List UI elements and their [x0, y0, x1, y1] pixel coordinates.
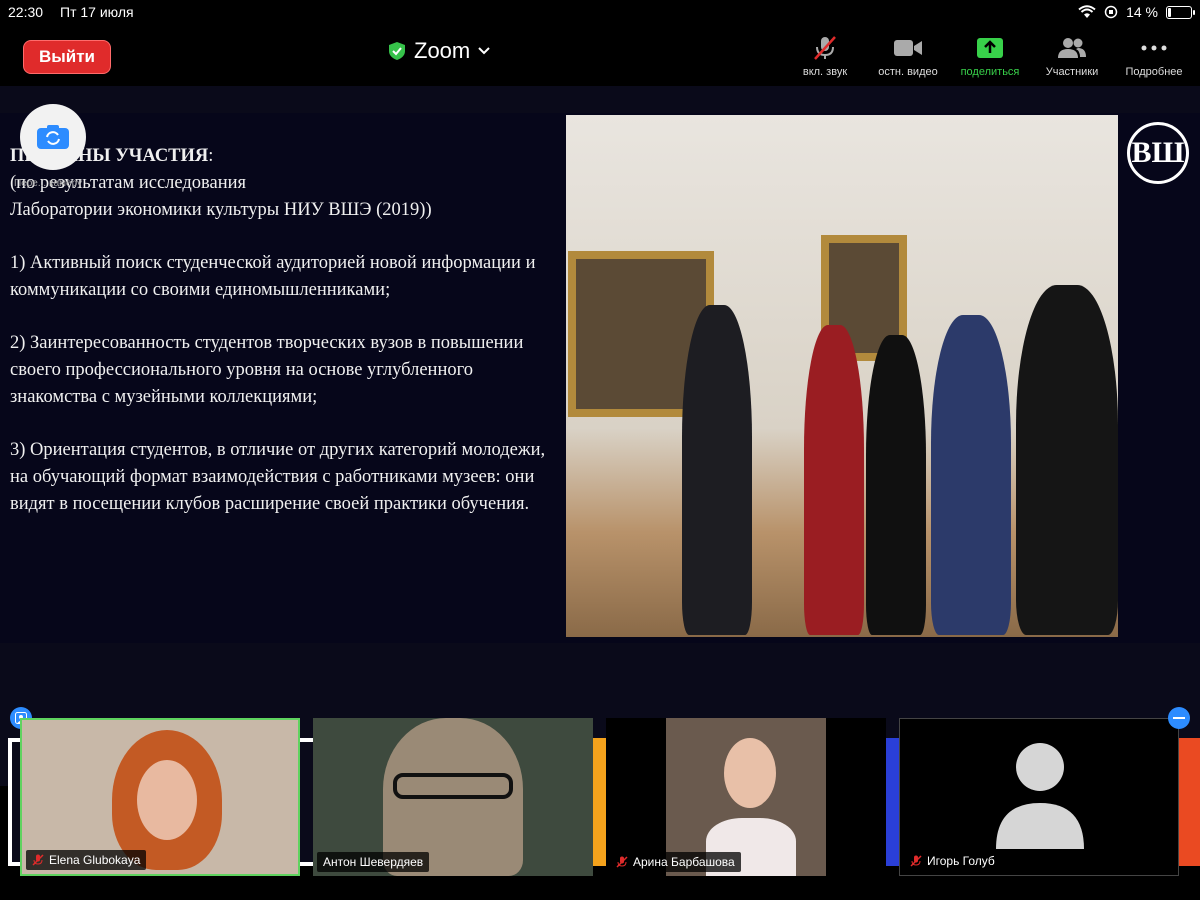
meeting-toolbar: Выйти Zoom вкл. звук остн. видео поделит…: [0, 24, 1200, 86]
stop-video-button[interactable]: остн. видео: [863, 36, 953, 78]
hse-logo: ВШ: [1127, 122, 1189, 184]
person: [682, 305, 752, 635]
participant-name: Антон Шевердяев: [323, 855, 424, 869]
more-label: Подробнее: [1125, 66, 1183, 78]
shield-check-icon: [389, 42, 405, 60]
slide-point-1: 1) Активный поиск студенческой аудиторие…: [10, 253, 536, 300]
unmute-button[interactable]: вкл. звук: [780, 36, 870, 78]
share-button[interactable]: поделиться: [945, 36, 1035, 78]
participant-face: [137, 760, 197, 840]
participants-button[interactable]: Участники: [1027, 36, 1117, 78]
share-label: поделиться: [960, 66, 1020, 78]
participant-name-tag: Игорь Голуб: [904, 851, 1001, 871]
participant-name: Арина Барбашова: [633, 855, 735, 869]
participant-name-tag: Elena Glubokaya: [26, 850, 147, 870]
video-camera-icon: [894, 40, 922, 56]
status-right: 14 %: [1078, 4, 1195, 20]
status-bar: 22:30 Пт 17 июля 14 %: [0, 0, 1200, 24]
slide-text: ПРИЧИНЫ УЧАСТИЯ: (по результатам исследо…: [10, 143, 550, 518]
slide-intro-2: Лаборатории экономики культуры НИУ ВШЭ (…: [10, 200, 432, 220]
app-title: Zoom: [414, 38, 471, 63]
stop-video-label: остн. видео: [878, 66, 938, 78]
participant-video[interactable]: Арина Барбашова: [606, 718, 886, 876]
slide: ПРИЧИНЫ УЧАСТИЯ: (по результатам исследо…: [0, 113, 1200, 643]
participant-video[interactable]: Elena Glubokaya: [20, 718, 300, 876]
battery-fill: [1168, 7, 1172, 17]
mic-muted-icon: [910, 855, 922, 867]
more-button[interactable]: Подробнее: [1109, 36, 1199, 78]
slide-intro-1: (по результатам исследования: [10, 173, 247, 193]
mic-muted-icon: [814, 36, 836, 60]
wifi-icon: [1078, 5, 1096, 18]
unmute-label: вкл. звук: [802, 66, 848, 78]
person: [866, 335, 926, 635]
participant-name: Игорь Голуб: [927, 854, 995, 868]
avatar-placeholder-icon: [996, 743, 1084, 849]
museum-photo: [566, 115, 1118, 637]
meeting-title[interactable]: Zoom: [388, 38, 490, 64]
minus-icon: [1173, 717, 1185, 719]
participants-label: Участники: [1045, 66, 1099, 78]
person: [1016, 285, 1118, 635]
glasses: [393, 773, 513, 799]
person: [804, 325, 864, 635]
participants-icon: [1058, 38, 1086, 58]
participant-video[interactable]: Игорь Голуб: [899, 718, 1179, 876]
participant-face: [724, 738, 776, 808]
hide-video-button[interactable]: [1168, 707, 1190, 729]
participant-video[interactable]: Антон Шевердяев: [313, 718, 593, 876]
switch-camera-button[interactable]: [20, 104, 86, 170]
share-screen-icon: [977, 38, 1003, 58]
switch-camera-label: Пере... камеру: [14, 178, 83, 189]
slide-heading-suffix: :: [208, 146, 214, 166]
participant-name-tag: Антон Шевердяев: [317, 852, 430, 872]
mic-muted-icon: [32, 854, 44, 866]
orientation-lock-icon: [1104, 5, 1118, 19]
leave-button[interactable]: Выйти: [23, 40, 111, 74]
camera-switch-icon: [37, 125, 69, 149]
shared-screen[interactable]: ПРИЧИНЫ УЧАСТИЯ: (по результатам исследо…: [0, 86, 1200, 866]
status-date: Пт 17 июля: [60, 4, 134, 20]
participant-name: Elena Glubokaya: [49, 853, 141, 867]
participant-name-tag: Арина Барбашова: [610, 852, 741, 872]
battery-percent: 14 %: [1126, 4, 1158, 20]
chevron-down-icon: [478, 47, 490, 55]
more-icon: [1141, 45, 1167, 51]
slide-point-3: 3) Ориентация студентов, в отличие от др…: [10, 440, 546, 514]
slide-point-2: 2) Заинтересованность студентов творческ…: [10, 333, 524, 407]
person: [931, 315, 1011, 635]
mic-muted-icon: [616, 856, 628, 868]
battery-icon: [1166, 5, 1195, 19]
status-time: 22:30: [8, 4, 44, 20]
